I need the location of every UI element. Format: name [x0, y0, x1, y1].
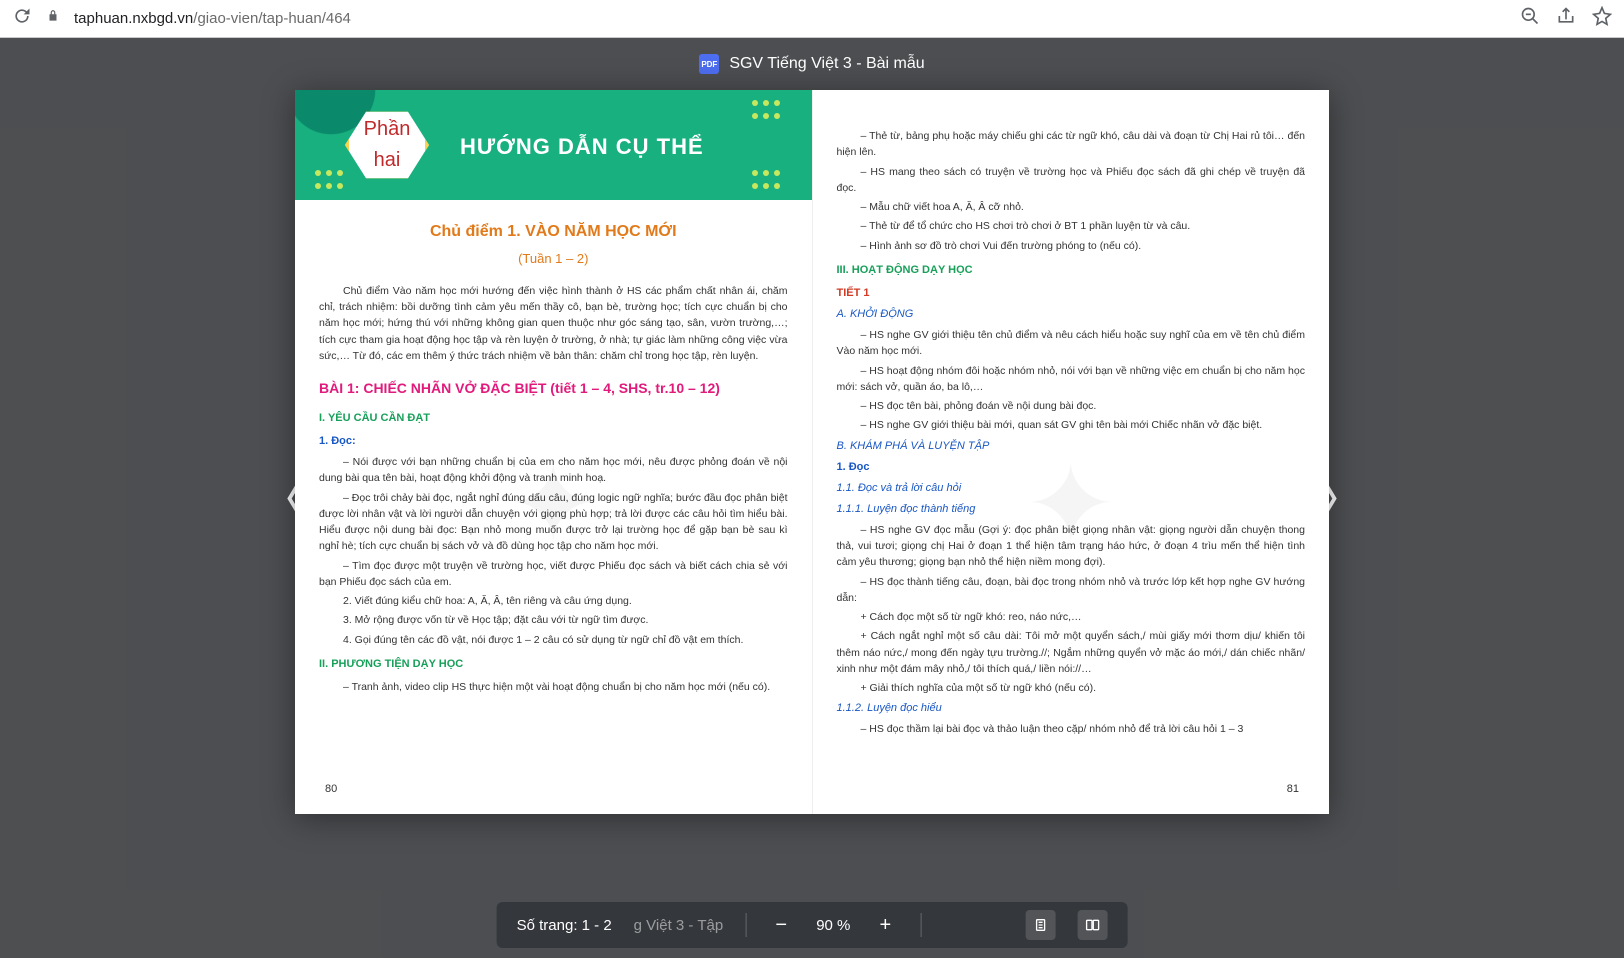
intro-paragraph: Chủ điểm Vào năm học mới hướng đến việc …	[319, 283, 788, 364]
zoom-in-button[interactable]: +	[872, 912, 898, 938]
reload-button[interactable]	[12, 6, 32, 31]
viewer-title-bar: PDF SGV Tiếng Việt 3 - Bài mẫu	[0, 44, 1624, 84]
share-icon[interactable]	[1556, 6, 1576, 31]
pdf-viewer: PDF SGV Tiếng Việt 3 - Bài mẫu ✦ Phần ha…	[0, 44, 1624, 958]
page-spread: ✦ Phần hai HƯỚNG DẪN CỤ THỂ Chủ điểm 1. …	[295, 90, 1329, 814]
page-80: ✦ Phần hai HƯỚNG DẪN CỤ THỂ Chủ điểm 1. …	[295, 90, 813, 814]
pdf-icon: PDF	[699, 54, 719, 74]
page-number: 81	[1287, 781, 1299, 798]
zoom-out-button[interactable]: −	[768, 912, 794, 938]
tiet-label: TIẾT 1	[837, 285, 1306, 302]
two-page-view-button[interactable]	[1077, 910, 1107, 940]
toolbar-filename-fragment: g Việt 3 - Tập	[634, 917, 724, 934]
lock-icon	[46, 9, 60, 28]
star-icon[interactable]	[1592, 6, 1612, 31]
single-page-view-button[interactable]	[1025, 910, 1055, 940]
address-bar[interactable]: taphuan.nxbgd.vn/giao-vien/tap-huan/464	[74, 10, 1506, 27]
page-label: Số trang: 1 - 2	[517, 917, 612, 934]
week-label: (Tuần 1 – 2)	[319, 249, 788, 269]
document-title: SGV Tiếng Việt 3 - Bài mẫu	[729, 55, 924, 73]
section-1: I. YÊU CẦU CẦN ĐẠT	[319, 410, 788, 427]
zoom-level: 90 %	[816, 917, 850, 934]
section-2: II. PHƯƠNG TIỆN DẠY HỌC	[319, 656, 788, 673]
zoom-icon[interactable]	[1520, 6, 1540, 31]
banner-title: HƯỚNG DẪN CỤ THỂ	[460, 130, 704, 164]
lesson-title: BÀI 1: CHIẾC NHÃN VỞ ĐẶC BIỆT (tiết 1 – …	[319, 378, 788, 400]
section-1-1: 1. Đọc:	[319, 433, 788, 450]
section-A: A. KHỞI ĐỘNG	[837, 306, 1306, 323]
section-banner: Phần hai HƯỚNG DẪN CỤ THỂ	[295, 90, 812, 200]
browser-chrome: taphuan.nxbgd.vn/giao-vien/tap-huan/464	[0, 0, 1624, 38]
section-B: B. KHÁM PHÁ VÀ LUYỆN TẬP	[837, 438, 1306, 455]
page-81: ✦ – Thẻ từ, bảng phụ hoặc máy chiếu ghi …	[813, 90, 1330, 814]
viewer-toolbar: Số trang: 1 - 2 g Việt 3 - Tập − 90 % +	[497, 902, 1128, 948]
page-number: 80	[325, 781, 337, 798]
topic-heading: Chủ điểm 1. VÀO NĂM HỌC MỚI	[319, 220, 788, 245]
section-3: III. HOẠT ĐỘNG DẠY HỌC	[837, 262, 1306, 279]
